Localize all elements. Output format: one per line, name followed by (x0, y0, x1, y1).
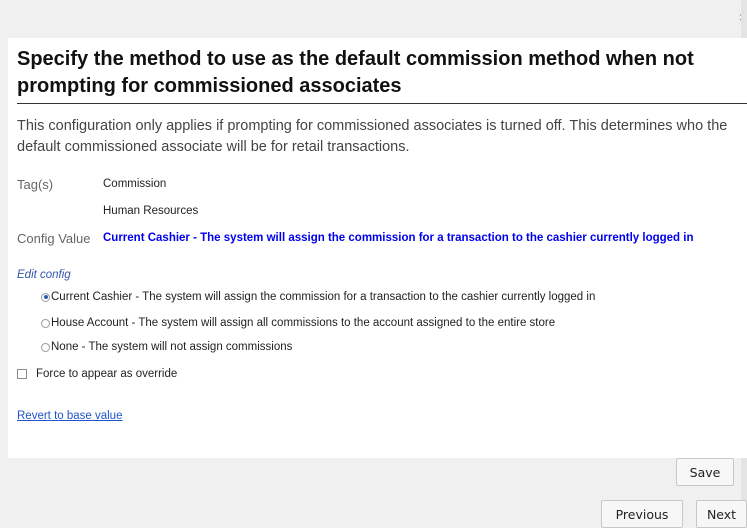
tag-commission: Commission (103, 178, 167, 190)
previous-button[interactable]: Previous (601, 500, 683, 528)
force-override-option[interactable]: Force to appear as override (17, 368, 177, 380)
config-value-label: Config Value (17, 231, 91, 246)
tag-human-resources: Human Resources (103, 205, 199, 217)
tags-label: Tag(s) (17, 177, 54, 192)
force-override-checkbox[interactable] (17, 369, 27, 379)
radio-button[interactable] (41, 342, 50, 352)
title-divider (17, 103, 747, 104)
page-title: Specify the method to use as the default… (17, 48, 694, 97)
radio-option-current-cashier[interactable]: Current Cashier - The system will assign… (41, 291, 595, 303)
radio-option-label: None - The system will not assign commis… (51, 341, 293, 353)
edit-config-label: Edit config (17, 269, 71, 281)
config-value: Current Cashier - The system will assign… (103, 232, 694, 244)
next-button[interactable]: Next (696, 500, 747, 528)
radio-option-label: Current Cashier - The system will assign… (51, 291, 596, 303)
config-panel: Specify the method to use as the default… (8, 38, 747, 458)
config-description: This configuration only applies if promp… (17, 118, 728, 155)
radio-option-house-account[interactable]: House Account - The system will assign a… (41, 317, 555, 329)
save-button[interactable]: Save (676, 458, 734, 486)
radio-option-none[interactable]: None - The system will not assign commis… (41, 341, 292, 353)
dialog-header-bar: × (0, 0, 747, 38)
radio-option-label: House Account - The system will assign a… (51, 317, 556, 329)
force-override-label: Force to appear as override (36, 368, 178, 380)
radio-button[interactable] (41, 318, 50, 328)
radio-button-selected[interactable] (41, 292, 50, 302)
revert-to-base-link[interactable]: Revert to base value (17, 410, 122, 422)
